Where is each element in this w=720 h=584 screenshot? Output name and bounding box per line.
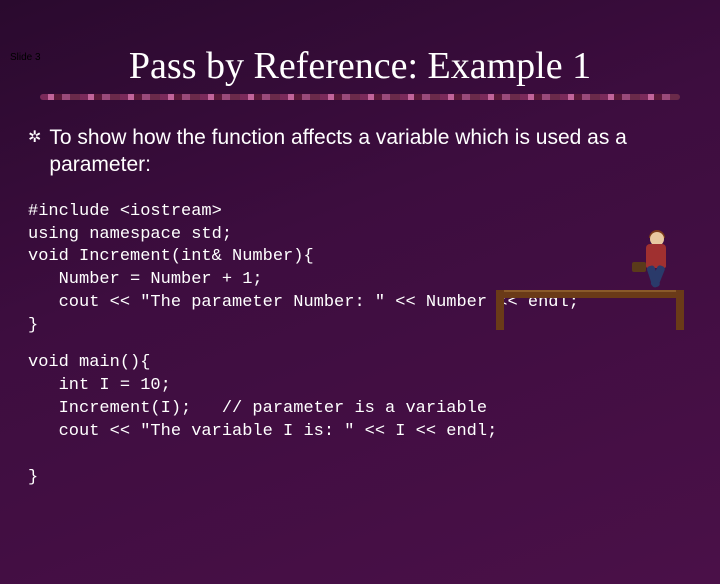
bullet-icon: ✲	[28, 128, 41, 149]
walking-person-icon	[636, 232, 676, 290]
slide-title: Pass by Reference: Example 1	[0, 44, 720, 88]
bridge-plank	[500, 290, 680, 298]
bridge-pillar-left	[496, 290, 504, 330]
title-separator	[40, 94, 680, 100]
bullet-text: To show how the function affects a varia…	[49, 124, 692, 179]
bridge-pillar-right	[676, 290, 684, 330]
bridge-illustration	[500, 194, 680, 334]
slide-number: Slide 3	[10, 52, 41, 63]
bullet-item: ✲ To show how the function affects a var…	[28, 124, 692, 179]
code-block-2: void main(){ int I = 10; Increment(I); /…	[28, 352, 692, 490]
